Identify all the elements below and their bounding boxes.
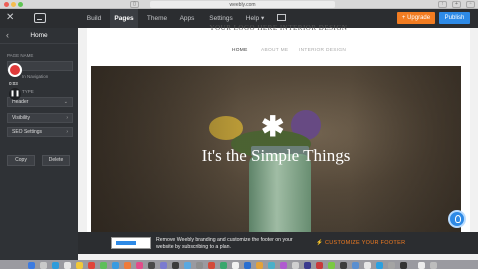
weebly-logo-icon[interactable] bbox=[34, 13, 46, 23]
close-window-icon[interactable] bbox=[4, 2, 9, 7]
app-icon[interactable] bbox=[208, 262, 215, 269]
hero-banner[interactable]: ✱ It's the Simple Things bbox=[91, 66, 461, 234]
upgrade-button[interactable]: + Upgrade bbox=[397, 12, 435, 24]
launchpad-icon[interactable] bbox=[40, 262, 47, 269]
safari-icon[interactable] bbox=[52, 262, 59, 269]
downloads-folder-icon[interactable] bbox=[418, 262, 425, 269]
facetime-icon[interactable] bbox=[112, 262, 119, 269]
panel-header: ‹ Home bbox=[0, 28, 78, 44]
in-navigation-label: In Navigation bbox=[22, 74, 49, 79]
notes-icon[interactable] bbox=[76, 262, 83, 269]
app-icon[interactable] bbox=[220, 262, 227, 269]
seo-settings-label: SEO Settings bbox=[12, 129, 43, 135]
browser-toolbar: ▯ weebly.com ↑ + ▫ bbox=[0, 0, 478, 9]
pause-recording-icon[interactable]: ❚❚ bbox=[9, 88, 21, 100]
seo-settings-row[interactable]: SEO Settings › bbox=[7, 127, 73, 137]
app-icon[interactable] bbox=[244, 262, 251, 269]
help-bulb-icon[interactable] bbox=[448, 210, 466, 228]
device-preview-icon[interactable] bbox=[277, 14, 286, 21]
finder-icon[interactable] bbox=[28, 262, 35, 269]
url-text: weebly.com bbox=[229, 1, 256, 8]
zoom-window-icon[interactable] bbox=[18, 2, 23, 7]
share-icon[interactable]: ↑ bbox=[438, 1, 447, 8]
panel-title: Home bbox=[30, 32, 48, 39]
copy-page-button[interactable]: Copy bbox=[7, 155, 35, 166]
branding-footer-banner: Remove Weebly branding and customize the… bbox=[78, 232, 478, 254]
app-store-icon[interactable] bbox=[184, 262, 191, 269]
chevron-down-icon: ⌄ bbox=[63, 99, 68, 105]
delete-page-button[interactable]: Delete bbox=[42, 155, 70, 166]
asterisk-icon: ✱ bbox=[261, 111, 285, 142]
page-settings-panel: ‹ Home PAGE NAME In Navigation TYPE Head… bbox=[0, 28, 78, 260]
app-icon[interactable] bbox=[400, 262, 407, 269]
customize-footer-link[interactable]: ⚡ CUSTOMIZE YOUR FOOTER bbox=[316, 240, 405, 246]
record-button-icon[interactable] bbox=[8, 63, 22, 77]
tabs-overview-icon[interactable]: ▫ bbox=[466, 1, 475, 8]
app-icon[interactable] bbox=[292, 262, 299, 269]
recording-timer: 0:03 bbox=[9, 81, 18, 86]
editor-canvas: YOUR LOGO HERE INTERIOR DESIGN HOME ABOU… bbox=[78, 24, 478, 260]
screen: ▯ weebly.com ↑ + ▫ ✕ Build Pages Theme A… bbox=[0, 0, 478, 269]
app-icon[interactable] bbox=[352, 262, 359, 269]
address-bar[interactable]: weebly.com bbox=[150, 1, 335, 8]
mail-icon[interactable] bbox=[64, 262, 71, 269]
app-icon[interactable] bbox=[340, 262, 347, 269]
messages-icon[interactable] bbox=[100, 262, 107, 269]
site-nav-interior-design[interactable]: INTERIOR DESIGN bbox=[299, 48, 346, 53]
app-icon[interactable] bbox=[328, 262, 335, 269]
site-page-preview: YOUR LOGO HERE INTERIOR DESIGN HOME ABOU… bbox=[87, 24, 470, 234]
calendar-icon[interactable] bbox=[88, 262, 95, 269]
new-tab-icon[interactable]: + bbox=[452, 1, 461, 8]
app-icon[interactable] bbox=[304, 262, 311, 269]
app-icon[interactable] bbox=[376, 262, 383, 269]
system-preferences-icon[interactable] bbox=[196, 262, 203, 269]
footer-message: Remove Weebly branding and customize the… bbox=[156, 237, 293, 250]
visibility-label: Visibility bbox=[12, 115, 30, 121]
app-icon[interactable] bbox=[364, 262, 371, 269]
app-icon[interactable] bbox=[280, 262, 287, 269]
app-icon[interactable] bbox=[256, 262, 263, 269]
music-icon[interactable] bbox=[136, 262, 143, 269]
mason-jar bbox=[249, 154, 311, 234]
macos-dock bbox=[0, 260, 478, 269]
app-icon[interactable] bbox=[232, 262, 239, 269]
type-label: TYPE bbox=[22, 89, 34, 94]
visibility-row[interactable]: Visibility › bbox=[7, 113, 73, 123]
trash-icon[interactable] bbox=[430, 262, 437, 269]
page-name-label: PAGE NAME bbox=[7, 53, 34, 58]
photos-icon[interactable] bbox=[124, 262, 131, 269]
site-nav-home[interactable]: HOME bbox=[232, 48, 248, 53]
minimize-window-icon[interactable] bbox=[11, 2, 16, 7]
app-icon[interactable] bbox=[268, 262, 275, 269]
sidebar-toggle-icon[interactable]: ▯ bbox=[130, 1, 139, 8]
site-title[interactable]: YOUR LOGO HERE INTERIOR DESIGN bbox=[87, 24, 470, 32]
chevron-right-icon: › bbox=[66, 115, 68, 121]
app-icon[interactable] bbox=[172, 262, 179, 269]
terminal-icon[interactable] bbox=[148, 262, 155, 269]
app-icon[interactable] bbox=[160, 262, 167, 269]
customize-footer-label: CUSTOMIZE YOUR FOOTER bbox=[324, 240, 406, 246]
close-editor-icon[interactable]: ✕ bbox=[6, 12, 14, 23]
hero-heading[interactable]: It's the Simple Things bbox=[91, 146, 461, 166]
chevron-right-icon: › bbox=[66, 129, 68, 135]
site-nav-about[interactable]: ABOUT ME bbox=[261, 48, 288, 53]
footer-preview-thumbnail bbox=[111, 237, 151, 249]
app-icon[interactable] bbox=[388, 262, 395, 269]
app-icon[interactable] bbox=[316, 262, 323, 269]
publish-button[interactable]: Publish bbox=[439, 12, 470, 24]
